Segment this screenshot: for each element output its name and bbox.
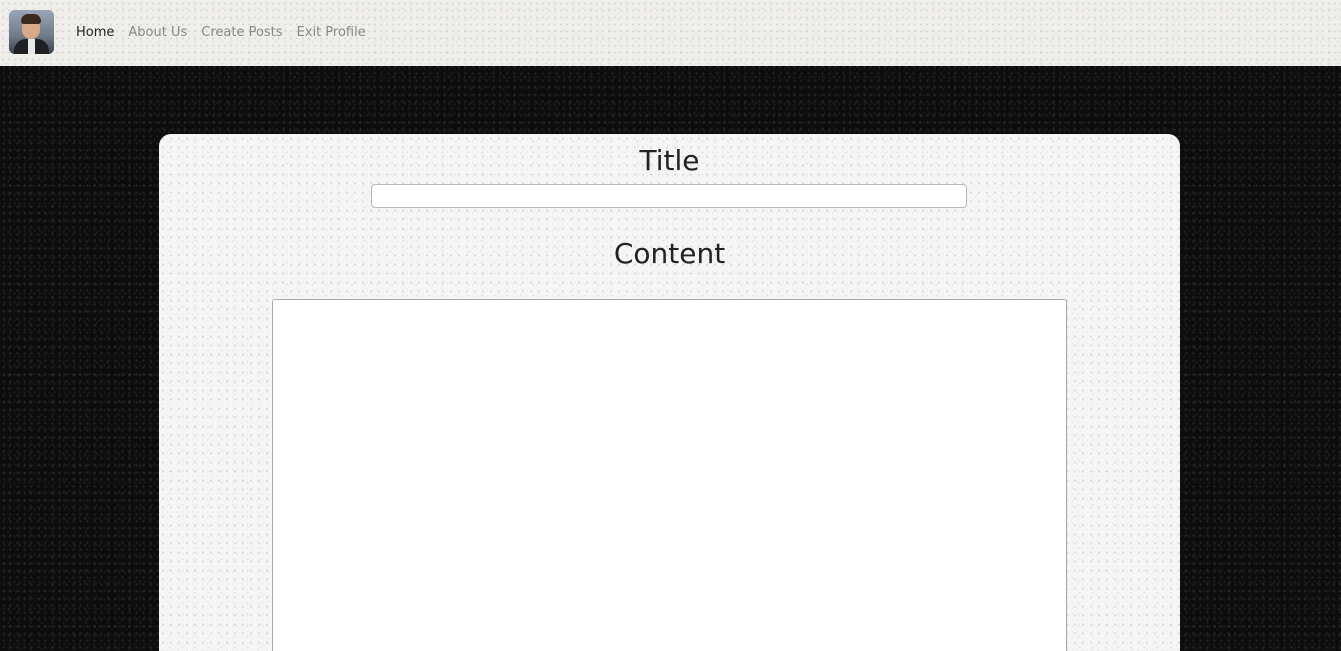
avatar-shirt	[28, 39, 35, 54]
nav-link-about-us[interactable]: About Us	[128, 24, 187, 42]
post-form-card: Title Content	[159, 134, 1180, 651]
title-input[interactable]	[371, 184, 967, 208]
navbar: Home About Us Create Posts Exit Profile	[0, 0, 1341, 66]
nav-link-exit-profile[interactable]: Exit Profile	[297, 24, 366, 42]
content-label: Content	[613, 237, 726, 270]
avatar-hair	[21, 14, 41, 24]
title-label: Title	[639, 144, 700, 177]
nav-link-home[interactable]: Home	[76, 24, 114, 42]
nav-link-create-posts[interactable]: Create Posts	[201, 24, 282, 42]
profile-avatar[interactable]	[9, 10, 54, 54]
content-textarea[interactable]	[272, 299, 1067, 651]
nav-links: Home About Us Create Posts Exit Profile	[76, 24, 366, 42]
